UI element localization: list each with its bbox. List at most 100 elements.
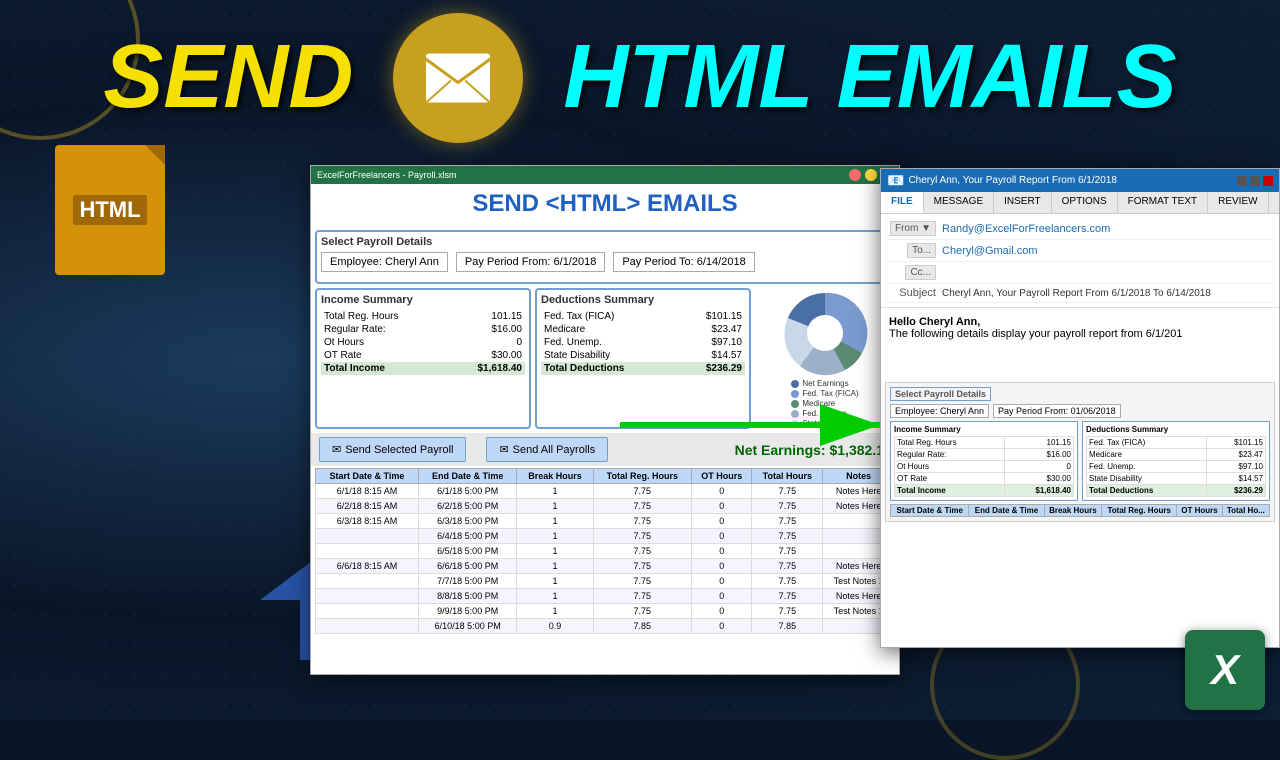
table-row: 6/5/18 5:00 PM17.7507.75 [316,544,895,559]
send-all-icon: ✉ [499,443,508,456]
inner-payroll-row: Employee: Cheryl Ann Pay Period From: 01… [890,404,1270,418]
payroll-details-section: Select Payroll Details Employee: Cheryl … [315,230,895,284]
min-btn[interactable] [1237,176,1247,186]
email-compose-area: From ▼ Randy@ExcelForFreelancers.com To.… [881,214,1279,308]
legend-item: Fed. Tax (FICA) [791,389,858,398]
to-button[interactable]: To... [907,243,936,258]
from-label: From ▼ [887,221,942,236]
table-row: 6/1/18 8:15 AM6/1/18 5:00 PM17.7507.75No… [316,484,895,499]
send-all-button[interactable]: ✉ Send All Payrolls [486,437,608,462]
html-file-icon: HTML [55,145,165,275]
to-value: Cheryl@Gmail.com [942,245,1273,257]
chart-area: Net EarningsFed. Tax (FICA)MedicareFed. … [755,288,895,429]
table-row: 8/8/18 5:00 PM17.7507.75Notes Here [316,589,895,604]
deductions-title: Deductions Summary [541,294,745,306]
inner-employee: Employee: Cheryl Ann [890,404,989,418]
legend-item: Medicare [791,399,858,408]
outlook-ribbon: FILEMESSAGEINSERTOPTIONSFORMAT TEXTREVIE… [881,192,1279,214]
legend-item: State Disability [791,419,858,428]
max-btn[interactable] [1250,176,1260,186]
deductions-table: Fed. Tax (FICA)$101.15Medicare$23.47Fed.… [541,310,745,375]
payroll-section-title: Select Payroll Details [321,236,889,248]
email-body: Hello Cheryl Ann, The following details … [881,308,1279,378]
cc-button[interactable]: Cc... [905,265,936,280]
inner-deductions-table: Fed. Tax (FICA)$101.15Medicare$23.47Fed.… [1086,436,1266,497]
header-area: SEND HTML EMAILS [0,0,1280,155]
inner-income-box: Income Summary Total Reg. Hours101.15Reg… [890,421,1078,501]
close-btn2[interactable] [1263,176,1273,186]
table-row: 6/3/18 8:15 AM6/3/18 5:00 PM17.7507.75 [316,514,895,529]
inner-summary: Income Summary Total Reg. Hours101.15Reg… [890,421,1270,501]
ribbon-tab-review[interactable]: REVIEW [1208,192,1268,213]
subject-row: Subject Cheryl Ann, Your Payroll Report … [887,284,1273,303]
outlook-title: Cheryl Ann, Your Payroll Report From 6/1… [908,175,1233,186]
excel-window: ExcelForFreelancers - Payroll.xlsm SEND … [310,165,900,675]
excel-logo-text: X [1211,646,1239,694]
email-inner-window: Select Payroll Details Employee: Cheryl … [885,382,1275,522]
chart-legend: Net EarningsFed. Tax (FICA)MedicareFed. … [791,378,858,429]
excel-window-title: ExcelForFreelancers - Payroll.xlsm [317,170,457,180]
net-earnings: Net Earnings: $1,382.11 [735,442,891,458]
cc-row: Cc... [887,262,1273,284]
outlook-icon: 📧 [887,172,904,189]
inner-section-title: Select Payroll Details [890,387,991,401]
income-table: Total Reg. Hours101.15Regular Rate:$16.0… [321,310,525,375]
table-row: 6/2/18 8:15 AM6/2/18 5:00 PM17.7507.75No… [316,499,895,514]
inner-income-table: Total Reg. Hours101.15Regular Rate:$16.0… [894,436,1074,497]
excel-logo: X [1185,630,1265,710]
buttons-row: ✉ Send Selected Payroll ✉ Send All Payro… [311,433,899,466]
ribbon-tab-insert[interactable]: INSERT [994,192,1052,213]
pay-period-to-field[interactable]: Pay Period To: 6/14/2018 [613,252,754,272]
ribbon-tab-message[interactable]: MESSAGE [924,192,994,213]
income-title: Income Summary [321,294,525,306]
to-label: To... [887,243,942,258]
close-btn[interactable] [849,169,861,181]
legend-item: Net Earnings [791,379,858,388]
subject-label: Subject [887,287,942,299]
data-table-scroll[interactable]: Start Date & TimeEnd Date & TimeBreak Ho… [315,466,895,634]
table-row: 9/9/18 5:00 PM17.7507.75Test Notes 1 [316,604,895,619]
subject-value: Cheryl Ann, Your Payroll Report From 6/1… [942,288,1273,299]
outlook-window: 📧 Cheryl Ann, Your Payroll Report From 6… [880,168,1280,648]
ribbon-tab-options[interactable]: OPTIONS [1052,192,1118,213]
body-text: The following details display your payro… [889,328,1271,340]
table-row: 6/10/18 5:00 PM0.97.8507.85 [316,619,895,634]
html-file-area: HTML [55,145,165,275]
send-selected-button[interactable]: ✉ Send Selected Payroll [319,437,466,462]
legend-item: Fed. Unemp. [791,409,858,418]
ribbon-tab-format-text[interactable]: FORMAT TEXT [1118,192,1208,213]
email-icon [393,13,523,143]
outlook-title-bar: 📧 Cheryl Ann, Your Payroll Report From 6… [881,169,1279,192]
inner-data-table: Start Date & TimeEnd Date & TimeBreak Ho… [890,504,1270,517]
from-row: From ▼ Randy@ExcelForFreelancers.com [887,218,1273,240]
from-button[interactable]: From ▼ [890,221,936,236]
html-label: HTML [73,195,146,225]
payroll-data-table: Start Date & TimeEnd Date & TimeBreak Ho… [315,468,895,634]
inner-income-title: Income Summary [894,425,1074,434]
summary-area: Income Summary Total Reg. Hours101.15Reg… [315,288,895,429]
minimize-btn[interactable] [865,169,877,181]
deductions-summary-box: Deductions Summary Fed. Tax (FICA)$101.1… [535,288,751,429]
title-html-emails: HTML EMAILS [563,26,1176,129]
payroll-details-row: Employee: Cheryl Ann Pay Period From: 6/… [321,252,889,272]
cc-label: Cc... [887,265,942,280]
pay-period-from-field[interactable]: Pay Period From: 6/1/2018 [456,252,605,272]
table-row: 7/7/18 5:00 PM17.7507.75Test Notes 1 [316,574,895,589]
table-row: 6/4/18 5:00 PM17.7507.75 [316,529,895,544]
excel-main-title: SEND <HTML> EMAILS [311,184,899,226]
ribbon-tabs: FILEMESSAGEINSERTOPTIONSFORMAT TEXTREVIE… [881,192,1279,213]
income-summary-box: Income Summary Total Reg. Hours101.15Reg… [315,288,531,429]
excel-title-bar: ExcelForFreelancers - Payroll.xlsm [311,166,899,184]
inner-deductions-box: Deductions Summary Fed. Tax (FICA)$101.1… [1082,421,1270,501]
employee-field[interactable]: Employee: Cheryl Ann [321,252,448,272]
ribbon-tab-file[interactable]: FILE [881,192,924,213]
table-row: 6/6/18 8:15 AM6/6/18 5:00 PM17.7507.75No… [316,559,895,574]
from-value: Randy@ExcelForFreelancers.com [942,223,1273,235]
pie-chart [780,288,870,378]
to-row: To... Cheryl@Gmail.com [887,240,1273,262]
body-greeting: Hello Cheryl Ann, [889,316,1271,328]
title-send: SEND [103,26,353,129]
send-icon: ✉ [332,443,341,456]
inner-deductions-title: Deductions Summary [1086,425,1266,434]
inner-pay-from: Pay Period From: 01/06/2018 [993,404,1121,418]
